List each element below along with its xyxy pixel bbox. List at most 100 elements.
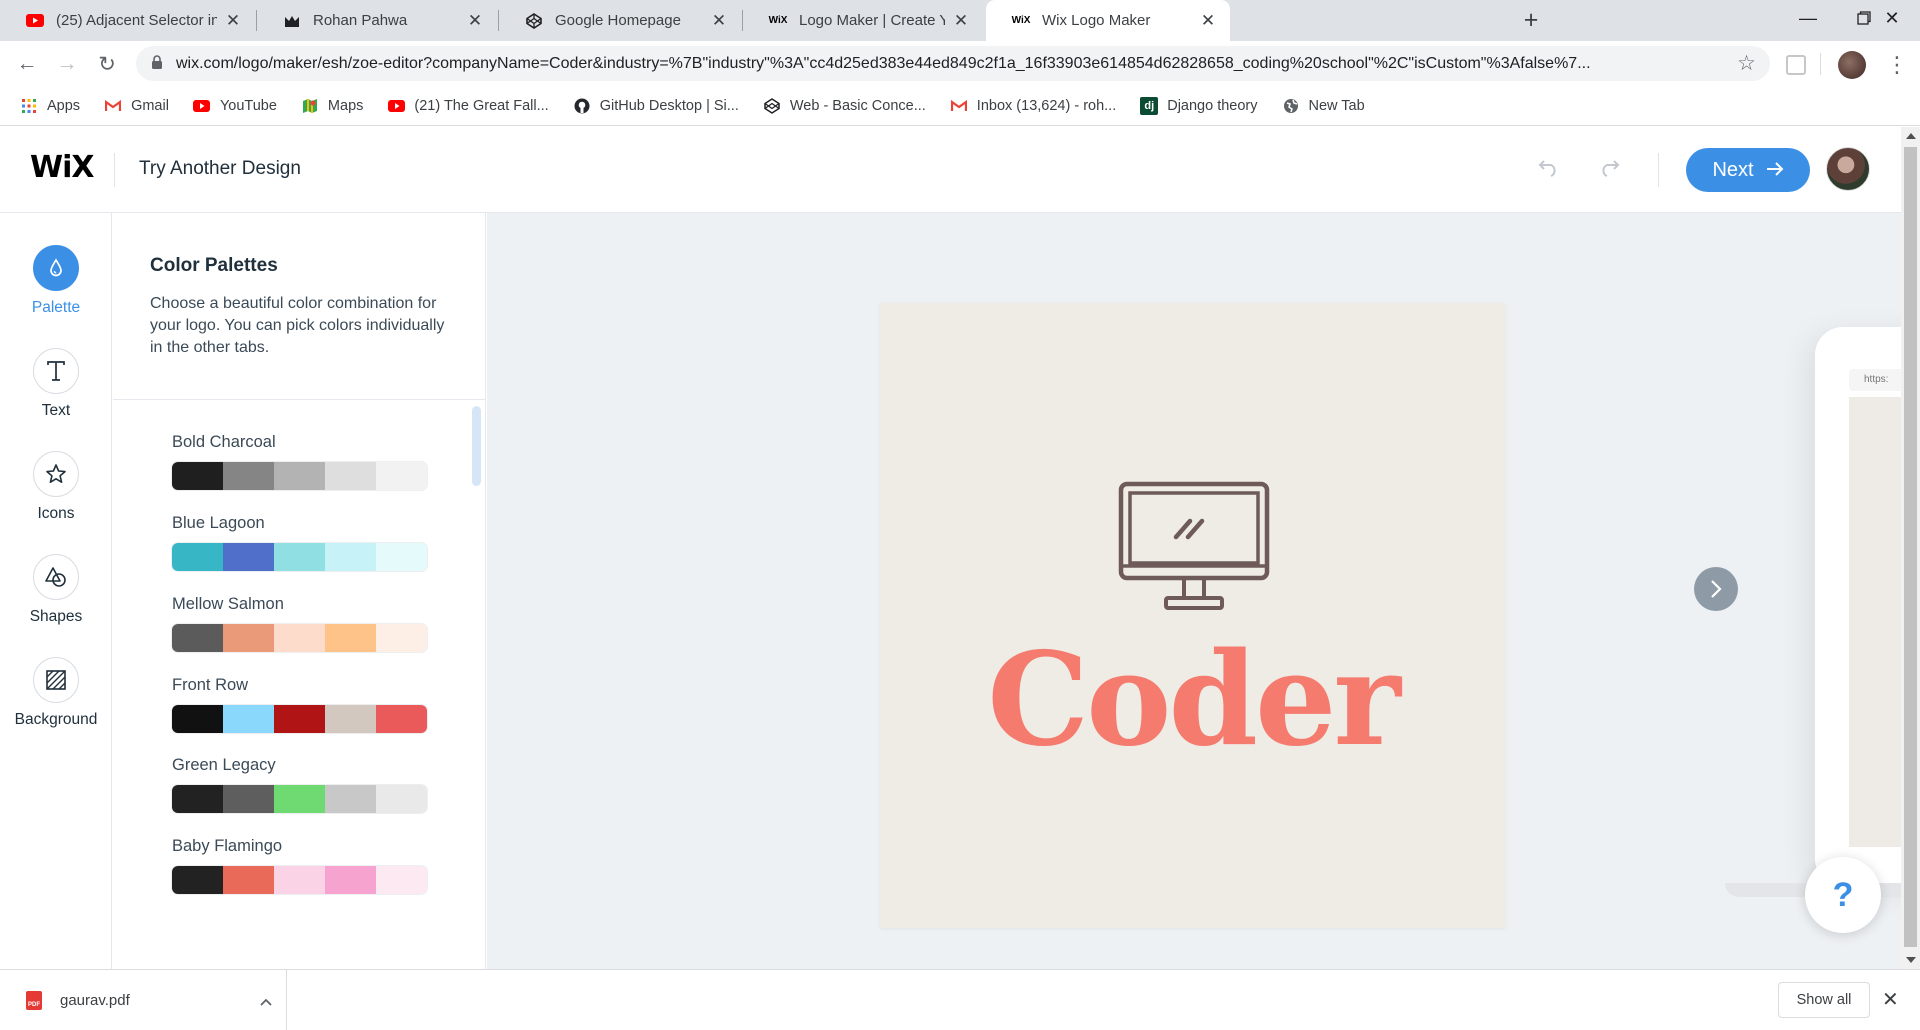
tab-title: Rohan Pahwa: [313, 12, 408, 29]
rail-item-text[interactable]: Text: [0, 348, 112, 420]
profile-avatar[interactable]: [1838, 51, 1866, 79]
extension-icon[interactable]: [1786, 55, 1806, 75]
bookmark-youtube[interactable]: YouTube: [193, 97, 277, 115]
rail-label: Icons: [37, 505, 75, 522]
bookmarks-bar: Apps Gmail YouTube Maps (21) The Great F…: [0, 87, 1920, 126]
palette-option[interactable]: Blue Lagoon: [172, 514, 427, 571]
rail-item-shapes[interactable]: Shapes: [0, 554, 112, 626]
undo-icon[interactable]: [1538, 157, 1560, 183]
wix-logo[interactable]: WiX: [30, 150, 95, 185]
next-button[interactable]: Next: [1686, 148, 1810, 192]
browser-tab[interactable]: (25) Adjacent Selector in CSS (Hin ✕: [0, 0, 255, 41]
palette-option[interactable]: Front Row: [172, 676, 427, 733]
rail-item-icons[interactable]: Icons: [0, 451, 112, 523]
help-button[interactable]: ?: [1805, 857, 1881, 933]
address-bar[interactable]: wix.com/logo/maker/esh/zoe-editor?compan…: [136, 46, 1770, 81]
toolbar-separator: [1820, 53, 1821, 75]
bookmark-label: Apps: [47, 98, 81, 114]
close-icon[interactable]: ✕: [223, 11, 243, 31]
page-scrollbar[interactable]: [1901, 127, 1920, 969]
logo-company-name[interactable]: Coder: [880, 625, 1505, 775]
palette-option[interactable]: Bold Charcoal: [172, 433, 427, 490]
tab-title: Google Homepage: [555, 12, 681, 29]
text-t-icon: [33, 348, 79, 394]
bookmark-youtube-video[interactable]: (21) The Great Fall...: [387, 97, 549, 115]
color-swatch: [325, 462, 376, 490]
close-window-icon[interactable]: ✕: [1864, 0, 1920, 36]
minimize-icon[interactable]: —: [1780, 0, 1836, 36]
logo-canvas: Coder https: ?: [487, 213, 1901, 969]
try-another-design-link[interactable]: Try Another Design: [139, 158, 301, 180]
palette-option[interactable]: Green Legacy: [172, 756, 427, 813]
shapes-icon: [33, 554, 79, 600]
close-icon[interactable]: ✕: [951, 11, 971, 31]
show-all-button[interactable]: Show all: [1778, 982, 1870, 1018]
rail-item-background[interactable]: Background: [0, 657, 112, 729]
forward-arrow-icon[interactable]: →: [52, 49, 82, 79]
codepen-icon: [763, 97, 781, 115]
user-avatar[interactable]: [1826, 147, 1870, 191]
color-swatch: [223, 543, 274, 571]
color-swatch: [325, 543, 376, 571]
palette-option[interactable]: Baby Flamingo: [172, 837, 427, 894]
scrollbar-thumb[interactable]: [1904, 147, 1917, 947]
close-icon[interactable]: ✕: [1198, 11, 1218, 31]
color-swatch: [223, 866, 274, 894]
color-swatch: [172, 624, 223, 652]
logo-preview[interactable]: Coder: [880, 303, 1505, 928]
color-swatch: [223, 705, 274, 733]
color-swatch: [325, 785, 376, 813]
panel-description: Choose a beautiful color combination for…: [150, 295, 445, 356]
color-swatch: [274, 866, 325, 894]
browser-tab[interactable]: Google Homepage ✕: [499, 0, 741, 41]
bookmark-apps[interactable]: Apps: [20, 97, 80, 115]
rail-label: Text: [41, 402, 71, 419]
palette-swatches: [172, 624, 427, 652]
color-swatch: [274, 785, 325, 813]
close-icon[interactable]: ✕: [709, 11, 729, 31]
redo-icon[interactable]: [1598, 157, 1620, 183]
browser-tab[interactable]: Rohan Pahwa ✕: [257, 0, 497, 41]
rail-item-palette[interactable]: Palette: [0, 245, 112, 317]
codepen-icon: [524, 11, 544, 31]
back-arrow-icon[interactable]: ←: [12, 49, 42, 79]
color-palettes-panel: Color Palettes Choose a beautiful color …: [113, 213, 486, 969]
tab-title: Wix Logo Maker: [1042, 12, 1151, 29]
palette-name: Green Legacy: [172, 756, 276, 774]
bookmark-label: YouTube: [219, 98, 277, 114]
bookmark-new-tab[interactable]: New Tab: [1282, 97, 1365, 115]
chevron-right-icon: [1711, 580, 1722, 598]
scroll-up-arrow-icon[interactable]: [1906, 133, 1916, 139]
next-design-arrow[interactable]: [1694, 567, 1738, 611]
bookmark-inbox[interactable]: Inbox (13,624) - roh...: [950, 97, 1116, 115]
reload-icon[interactable]: ↻: [92, 49, 122, 79]
desktop-monitor-icon[interactable]: [1118, 481, 1270, 618]
palette-option[interactable]: Mellow Salmon: [172, 595, 427, 652]
rail-label: Palette: [31, 299, 81, 316]
download-item[interactable]: PDF gaurav.pdf: [0, 970, 287, 1030]
bookmark-label: (21) The Great Fall...: [414, 98, 549, 114]
youtube-icon: [25, 11, 45, 31]
panel-scrollbar[interactable]: [472, 406, 481, 486]
bookmark-django[interactable]: dj Django theory: [1140, 97, 1258, 115]
browser-toolbar: ← → ↻ wix.com/logo/maker/esh/zoe-editor?…: [0, 41, 1920, 87]
browser-tab[interactable]: WiX Logo Maker | Create Your Own Fr ✕: [743, 0, 983, 41]
close-icon[interactable]: ✕: [1882, 987, 1899, 1012]
palette-swatches: [172, 462, 427, 490]
close-icon[interactable]: ✕: [465, 11, 485, 31]
new-tab-button[interactable]: +: [1518, 8, 1544, 34]
bookmark-gmail[interactable]: Gmail: [104, 97, 169, 115]
chevron-up-icon[interactable]: [246, 993, 286, 1009]
mockup-url-bar: https:: [1849, 369, 1901, 391]
bookmark-label: New Tab: [1308, 98, 1365, 114]
bookmark-github[interactable]: GitHub Desktop | Si...: [573, 97, 739, 115]
palette-name: Mellow Salmon: [172, 595, 284, 613]
scroll-down-arrow-icon[interactable]: [1906, 957, 1916, 963]
browser-tab-active[interactable]: WiX Wix Logo Maker ✕: [986, 0, 1230, 41]
menu-kebab-icon[interactable]: ⋮: [1886, 51, 1908, 79]
color-swatch: [376, 624, 427, 652]
bookmark-star-icon[interactable]: ☆: [1737, 51, 1756, 76]
bookmark-maps[interactable]: Maps: [301, 97, 363, 115]
bookmark-codepen[interactable]: Web - Basic Conce...: [763, 97, 926, 115]
download-file-name: gaurav.pdf: [60, 992, 130, 1009]
